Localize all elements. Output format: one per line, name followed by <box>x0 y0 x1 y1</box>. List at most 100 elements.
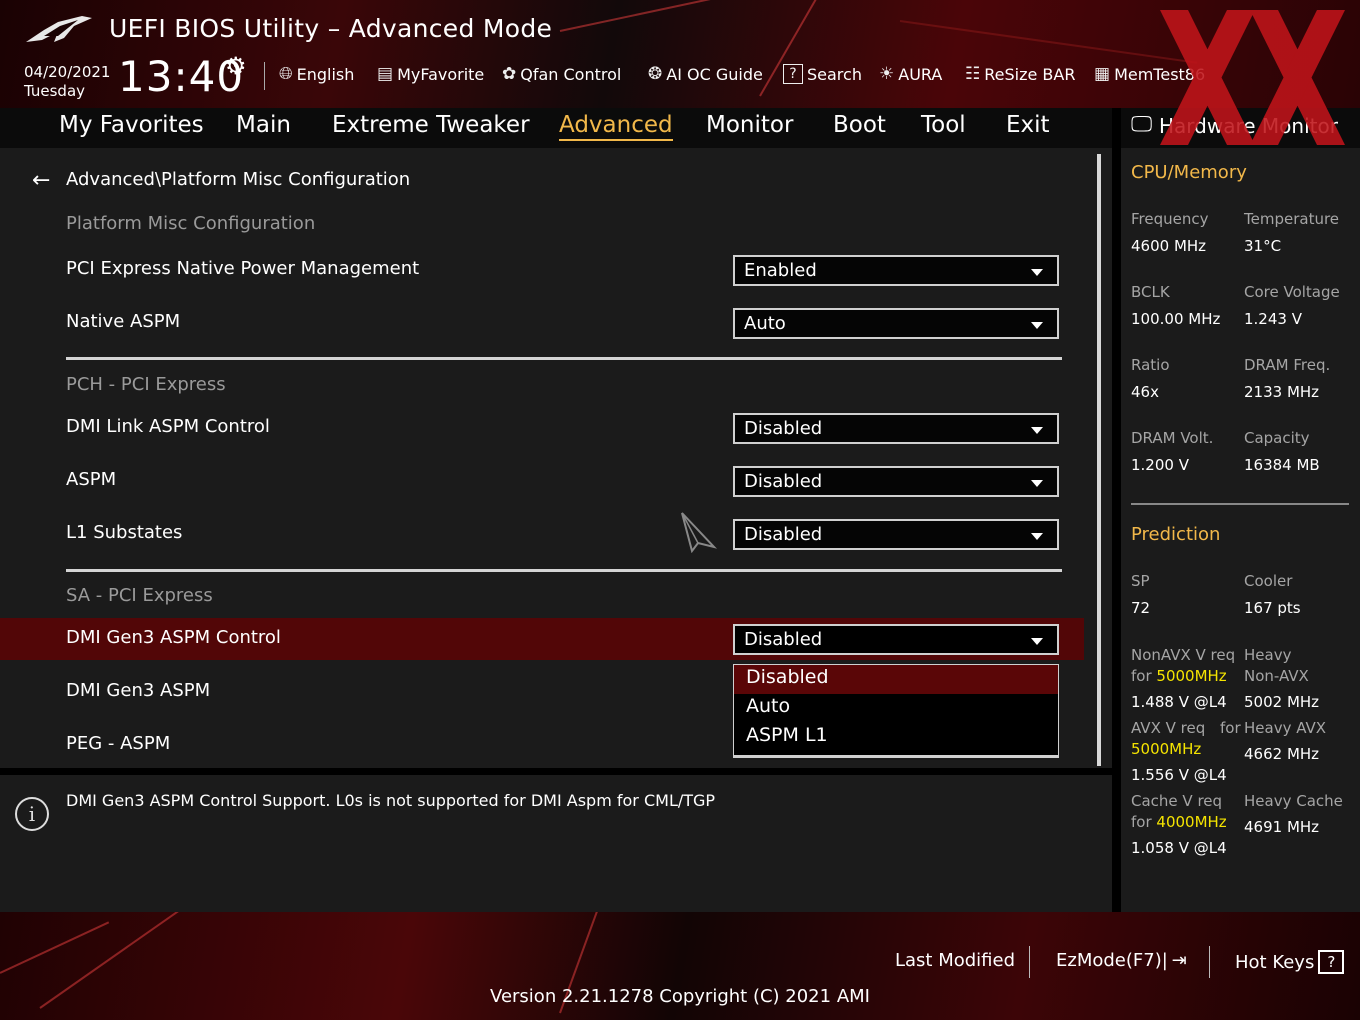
aspm-select[interactable]: Disabled <box>733 466 1059 497</box>
temperature-value: 31°C <box>1244 237 1282 255</box>
nonavx-freq: 5000MHz <box>1156 667 1227 685</box>
heavy-cache-label: Heavy Cache <box>1244 792 1343 810</box>
main-tabs: My Favorites Main Extreme Tweaker Advanc… <box>0 108 1112 148</box>
native-aspm-select[interactable]: Auto <box>733 308 1059 339</box>
app-title: UEFI BIOS Utility – Advanced Mode <box>109 14 553 43</box>
setting-label: L1 Substates <box>66 522 183 543</box>
footer-divider <box>1209 946 1210 978</box>
pcie-native-pm-select[interactable]: Enabled <box>733 255 1059 286</box>
tab-extreme-tweaker[interactable]: Extreme Tweaker <box>332 112 530 138</box>
language-label: English <box>296 64 355 84</box>
select-value: Enabled <box>744 260 817 281</box>
day: Tuesday <box>24 82 86 100</box>
cache-for-line: for 4000MHz <box>1131 812 1227 833</box>
myfavorite-button[interactable]: ▤ MyFavorite <box>377 64 484 84</box>
dram-freq-value: 2133 MHz <box>1244 383 1320 401</box>
back-arrow-icon[interactable]: ← <box>32 168 50 193</box>
cache-voltage: 1.058 V @L4 <box>1131 839 1227 857</box>
cache-for-label: for <box>1131 813 1152 831</box>
dram-volt-label: DRAM Volt. <box>1131 429 1214 447</box>
tab-advanced[interactable]: Advanced <box>559 112 673 141</box>
last-modified-button[interactable]: Last Modified <box>895 950 1015 971</box>
settings-panel: ← Advanced\Platform Misc Configuration P… <box>0 148 1112 768</box>
dropdown-list: Disabled Auto ASPM L1 <box>733 664 1059 758</box>
language-button[interactable]: 🌐︎ English <box>279 64 354 84</box>
qfan-control-button[interactable]: ✿ Qfan Control <box>502 64 621 84</box>
avx-for-label: for <box>1220 719 1241 737</box>
dropdown-option[interactable]: Disabled <box>734 665 1058 694</box>
select-value: Disabled <box>744 629 823 650</box>
setting-label: ASPM <box>66 469 117 490</box>
setting-label: Native ASPM <box>66 311 181 332</box>
ratio-value: 46x <box>1131 383 1159 401</box>
cooler-value: 167 pts <box>1244 599 1301 617</box>
tab-exit[interactable]: Exit <box>1006 112 1050 138</box>
heavy-avx-label: Heavy AVX <box>1244 719 1327 737</box>
section-title: PCH - PCI Express <box>66 374 226 395</box>
ai-oc-guide-button[interactable]: ❂ AI OC Guide <box>648 64 763 84</box>
myfavorite-label: MyFavorite <box>397 64 485 84</box>
ezmode-button[interactable]: EzMode(F7)| ⇥ <box>1056 950 1187 971</box>
section-title: SA - PCI Express <box>66 585 213 606</box>
mouse-cursor-icon <box>681 512 718 553</box>
avx-voltage: 1.556 V @L4 <box>1131 766 1227 784</box>
dram-freq-label: DRAM Freq. <box>1244 356 1331 374</box>
tab-tool[interactable]: Tool <box>921 112 966 138</box>
bclk-label: BCLK <box>1131 283 1170 301</box>
bclk-value: 100.00 MHz <box>1131 310 1221 328</box>
hardware-monitor-header: 🖵︎ Hardware Monitor <box>1121 108 1360 148</box>
scrollbar[interactable] <box>1097 154 1101 766</box>
tab-main[interactable]: Main <box>236 112 291 138</box>
core-voltage-label: Core Voltage <box>1244 283 1340 301</box>
setting-label: DMI Gen3 ASPM <box>66 680 211 701</box>
ratio-label: Ratio <box>1131 356 1170 374</box>
dmi-gen3-aspm-control-select[interactable]: Disabled <box>733 624 1059 655</box>
heavy-cache-value: 4691 MHz <box>1244 818 1320 836</box>
tab-boot[interactable]: Boot <box>833 112 886 138</box>
favorite-icon: ▤ <box>377 64 394 84</box>
search-button[interactable]: ? Search <box>783 64 862 84</box>
search-icon: ? <box>783 64 803 84</box>
dropdown-option[interactable]: ASPM L1 <box>734 723 1058 752</box>
cpu-memory-heading: CPU/Memory <box>1131 162 1247 183</box>
nonavx-req-label: NonAVX V req <box>1131 646 1236 664</box>
footer-divider <box>1029 946 1030 978</box>
memtest-button[interactable]: ▦ MemTest86 <box>1094 64 1205 84</box>
qfan-label: Qfan Control <box>520 64 622 84</box>
ezmode-label: EzMode(F7)| <box>1056 950 1168 971</box>
breadcrumb: Advanced\Platform Misc Configuration <box>66 169 411 190</box>
search-label: Search <box>807 64 862 84</box>
gear-icon[interactable]: ⚙ <box>225 52 247 80</box>
dropdown-option[interactable]: Auto <box>734 694 1058 723</box>
date: 04/20/2021 <box>24 63 111 81</box>
dmi-link-aspm-select[interactable]: Disabled <box>733 413 1059 444</box>
avx-req-label: AVX V req <box>1131 719 1206 737</box>
version-text: Version 2.21.1278 Copyright (C) 2021 AMI <box>490 986 870 1007</box>
cooler-label: Cooler <box>1244 572 1293 590</box>
frequency-value: 4600 MHz <box>1131 237 1207 255</box>
sp-label: SP <box>1131 572 1150 590</box>
resize-bar-icon: ☷ <box>965 64 981 84</box>
cache-req-label: Cache V req <box>1131 792 1223 810</box>
select-value: Disabled <box>744 471 823 492</box>
last-modified-label: Last Modified <box>895 950 1016 971</box>
caret-down-icon <box>1031 322 1043 329</box>
aura-button[interactable]: ☀ AURA <box>879 64 942 84</box>
resize-bar-button[interactable]: ☷ ReSize BAR <box>965 64 1075 84</box>
capacity-label: Capacity <box>1244 429 1310 447</box>
dram-volt-value: 1.200 V <box>1131 456 1189 474</box>
tab-my-favorites[interactable]: My Favorites <box>59 112 204 138</box>
caret-down-icon <box>1031 427 1043 434</box>
frequency-label: Frequency <box>1131 210 1209 228</box>
memtest-icon: ▦ <box>1094 64 1111 84</box>
hardware-monitor-title: Hardware Monitor <box>1159 114 1338 138</box>
tab-monitor[interactable]: Monitor <box>706 112 793 138</box>
hot-keys-button[interactable]: Hot Keys ? <box>1235 950 1345 974</box>
info-icon: i <box>15 797 49 831</box>
memtest-label: MemTest86 <box>1114 64 1206 84</box>
caret-down-icon <box>1031 480 1043 487</box>
l1-substates-select[interactable]: Disabled <box>733 519 1059 550</box>
aura-label: AURA <box>898 64 943 84</box>
setting-label: DMI Gen3 ASPM Control <box>66 627 281 648</box>
heavy-nonavx-value: 5002 MHz <box>1244 693 1320 711</box>
